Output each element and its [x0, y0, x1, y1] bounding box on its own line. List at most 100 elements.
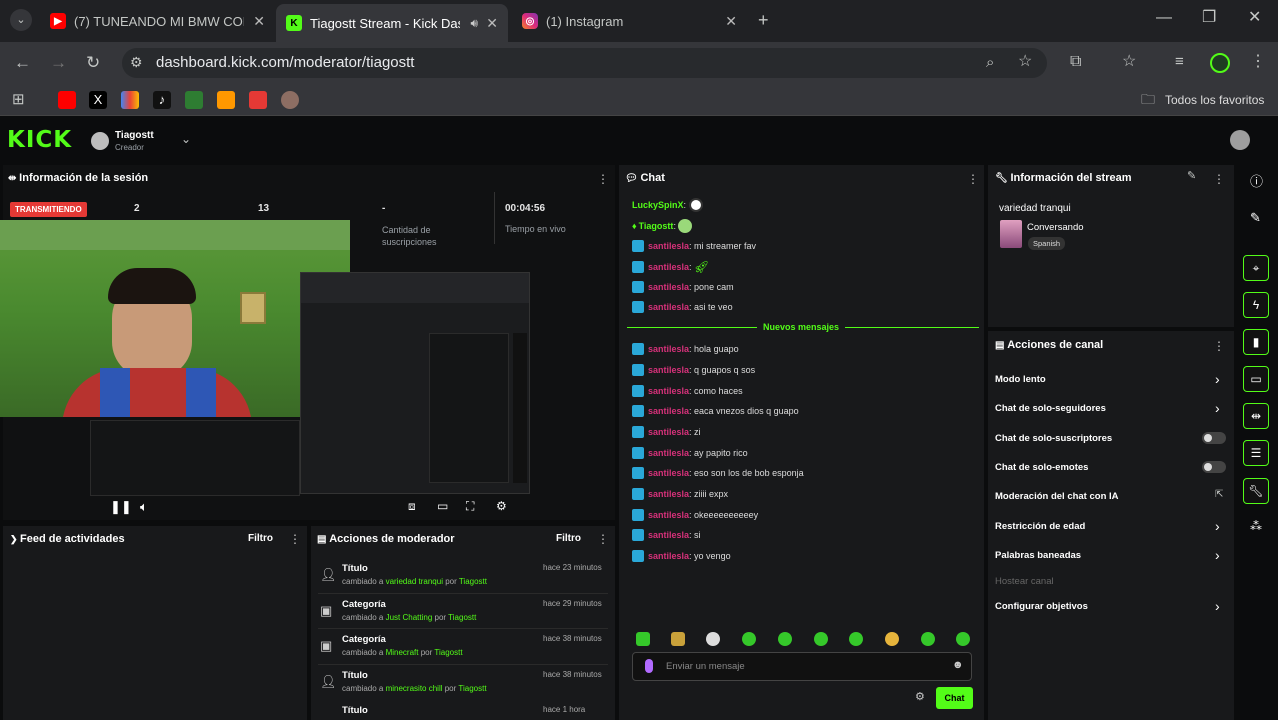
- kebab-menu-icon[interactable]: ⋮: [1213, 339, 1225, 353]
- reload-icon[interactable]: ↻: [86, 54, 100, 71]
- action-configure-goals[interactable]: Configurar objetivos: [995, 601, 1088, 612]
- emote-icon[interactable]: [778, 632, 792, 646]
- pause-icon[interactable]: ❚❚: [110, 500, 132, 513]
- chevron-right-icon[interactable]: ›: [1215, 371, 1220, 387]
- pip-icon[interactable]: ⧈: [408, 500, 416, 512]
- emote-icon[interactable]: [706, 632, 720, 646]
- chat-username[interactable]: santilesla: [648, 365, 689, 375]
- chat-bubble-icon[interactable]: ▭: [1243, 366, 1269, 392]
- edit-icon[interactable]: ✎: [1187, 171, 1196, 182]
- arrows-icon[interactable]: ⇹: [1243, 403, 1269, 429]
- settings-icon[interactable]: ⚙: [496, 500, 507, 512]
- chat-username[interactable]: santilesla: [648, 302, 689, 312]
- emote-icon[interactable]: [885, 632, 899, 646]
- obs-preview[interactable]: [300, 272, 530, 494]
- window-close-icon[interactable]: ✕: [1248, 10, 1261, 26]
- kebab-menu-icon[interactable]: ⋮: [967, 172, 979, 186]
- forward-icon[interactable]: →: [50, 54, 67, 71]
- fullscreen-icon[interactable]: ⛶: [466, 500, 474, 512]
- emoji-icon[interactable]: ☻: [952, 660, 964, 671]
- close-icon[interactable]: ✕: [486, 15, 498, 32]
- chevron-right-icon[interactable]: ›: [1215, 547, 1220, 563]
- minimize-icon[interactable]: —: [1156, 10, 1172, 26]
- chevron-right-icon[interactable]: ›: [1215, 598, 1220, 614]
- kebab-menu-icon[interactable]: ⋮: [597, 172, 609, 186]
- emote-icon[interactable]: [671, 632, 685, 646]
- back-icon[interactable]: ←: [14, 54, 31, 71]
- close-icon[interactable]: ✕: [725, 13, 737, 30]
- kebab-menu-icon[interactable]: ⋮: [1213, 172, 1225, 186]
- chat-username[interactable]: santilesla: [648, 448, 689, 458]
- profile-avatar[interactable]: [1210, 53, 1230, 73]
- external-link-icon[interactable]: ⇱: [1215, 490, 1223, 500]
- chat-username[interactable]: santilesla: [648, 530, 689, 540]
- action-banned-words[interactable]: Palabras baneadas: [995, 550, 1081, 561]
- chat-username[interactable]: santilesla: [648, 489, 689, 499]
- chat-username[interactable]: santilesla: [648, 427, 689, 437]
- filter-button[interactable]: Filtro: [248, 533, 273, 544]
- media-control-icon[interactable]: ≡: [1175, 54, 1184, 69]
- chat-settings-icon[interactable]: ⚙: [915, 692, 925, 703]
- url-text[interactable]: dashboard.kick.com/moderator/tiagostt: [156, 54, 414, 71]
- chat-username[interactable]: santilesla: [648, 282, 689, 292]
- chat-username[interactable]: santilesla: [648, 510, 689, 520]
- desc-user[interactable]: Tiagostt: [448, 613, 476, 622]
- chat-username[interactable]: santilesla: [648, 468, 689, 478]
- list-icon[interactable]: ☰: [1243, 440, 1269, 466]
- x-bookmark-icon[interactable]: X: [89, 91, 107, 109]
- wrench-icon[interactable]: 🔧︎: [1243, 478, 1269, 504]
- lightning-icon[interactable]: ϟ: [1243, 292, 1269, 318]
- chat-send-button[interactable]: Chat: [936, 687, 973, 709]
- new-tab-icon[interactable]: +: [758, 11, 769, 29]
- action-age-restriction[interactable]: Restricción de edad: [995, 521, 1085, 532]
- chat-username[interactable]: santilesla: [648, 406, 689, 416]
- play-bookmark-icon[interactable]: [217, 91, 235, 109]
- desc-user[interactable]: Tiagostt: [458, 684, 486, 693]
- close-icon[interactable]: ✕: [253, 13, 265, 30]
- extensions-icon[interactable]: ⧉: [1070, 54, 1081, 70]
- emote-icon[interactable]: [636, 632, 650, 646]
- emote-icon[interactable]: [814, 632, 828, 646]
- tab-kick[interactable]: K Tiagostt Stream - Kick Dash 🔊︎ ✕: [276, 4, 508, 42]
- account-avatar[interactable]: [1230, 130, 1250, 150]
- chevron-right-icon[interactable]: ›: [1215, 518, 1220, 534]
- clipboard-icon[interactable]: ▮: [1243, 329, 1269, 355]
- kebab-menu-icon[interactable]: ⋮: [289, 532, 301, 546]
- maximize-icon[interactable]: ❐: [1202, 10, 1216, 26]
- action-followers-only[interactable]: Chat de solo-seguidores: [995, 403, 1106, 414]
- emotes-only-toggle[interactable]: [1202, 461, 1226, 473]
- emote-icon[interactable]: [921, 632, 935, 646]
- theater-icon[interactable]: ▭: [437, 500, 448, 512]
- speaker-icon[interactable]: 🔊︎: [470, 16, 478, 31]
- chat-username[interactable]: santilesla: [648, 241, 689, 251]
- subscribers-only-toggle[interactable]: [1202, 432, 1226, 444]
- site-info-icon[interactable]: ⚙: [130, 55, 143, 69]
- desc-user[interactable]: Tiagostt: [434, 648, 462, 657]
- filter-button[interactable]: Filtro: [556, 533, 581, 544]
- mic-icon[interactable]: [645, 659, 653, 673]
- chat-username[interactable]: santilesla: [648, 262, 689, 272]
- kick-logo[interactable]: KICK: [7, 127, 72, 153]
- menu-icon[interactable]: ⋮: [1250, 54, 1266, 70]
- zoom-icon[interactable]: ⌕: [986, 55, 994, 70]
- chat-username[interactable]: LuckySpinX: [632, 200, 684, 210]
- star-icon[interactable]: ☆: [1018, 54, 1032, 70]
- bookmarks-icon[interactable]: ☆: [1122, 54, 1136, 70]
- emote-icon[interactable]: [956, 632, 970, 646]
- emote-icon[interactable]: [849, 632, 863, 646]
- chevron-down-icon[interactable]: ⌄: [181, 133, 191, 145]
- kebab-menu-icon[interactable]: ⋮: [597, 532, 609, 546]
- gmail-bookmark-icon[interactable]: [121, 91, 139, 109]
- chat-username[interactable]: santilesla: [648, 551, 689, 561]
- chat-username[interactable]: santilesla: [648, 386, 689, 396]
- emote-icon[interactable]: [742, 632, 756, 646]
- chat-username[interactable]: Tiagostt: [639, 221, 674, 231]
- pencil-icon[interactable]: ✎: [1250, 211, 1261, 224]
- rail-button-icon[interactable]: ⌖: [1243, 255, 1269, 281]
- heart-bookmark-icon[interactable]: [249, 91, 267, 109]
- favorites-label[interactable]: Todos los favoritos: [1165, 93, 1264, 107]
- action-ai-moderation[interactable]: Moderación del chat con IA: [995, 491, 1119, 502]
- gamepad-bookmark-icon[interactable]: [185, 91, 203, 109]
- desc-user[interactable]: Tiagostt: [459, 577, 487, 586]
- volume-icon[interactable]: 🔈︎: [140, 500, 148, 513]
